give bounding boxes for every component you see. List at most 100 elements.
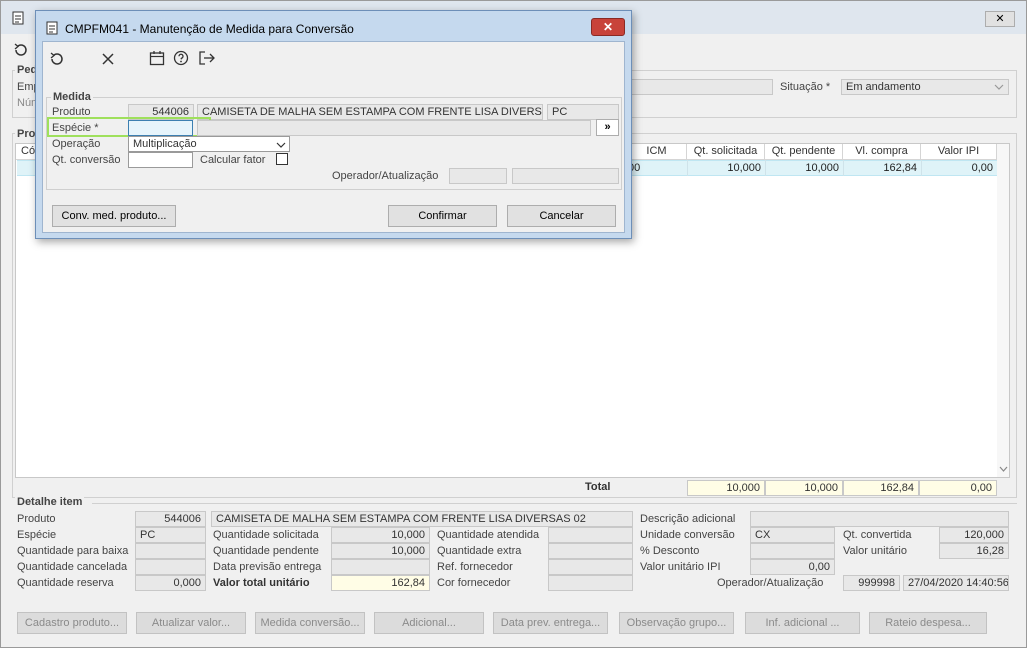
dialog-produto-desc: CAMISETA DE MALHA SEM ESTAMPA COM FRENTE…	[197, 104, 543, 120]
grid-header-vl-compra[interactable]: Vl. compra	[843, 144, 921, 160]
detalhe-data-atualizacao: 27/04/2020 14:40:56	[903, 575, 1009, 591]
detalhe-data-prev-field	[331, 559, 430, 575]
detalhe-valor-total-value: 162,84	[331, 575, 430, 591]
dialog-especie-desc	[197, 120, 591, 136]
grid-header-qt-solicitada[interactable]: Qt. solicitada	[687, 144, 765, 160]
dialog-especie-input[interactable]	[128, 120, 193, 136]
grid-header-valor-ipi[interactable]: Valor IPI	[921, 144, 997, 160]
grid-vertical-scrollbar[interactable]	[997, 144, 1009, 477]
total-label: Total	[585, 481, 611, 493]
dialog-qt-conversao-input[interactable]	[128, 152, 193, 168]
detalhe-ref-fornecedor-label: Ref. fornecedor	[437, 561, 513, 573]
detalhe-produto-code: 544006	[135, 511, 206, 527]
chevron-down-icon	[994, 83, 1004, 91]
main-close-button[interactable]: ✕	[985, 11, 1015, 27]
inf-adicional-button[interactable]: Inf. adicional ...	[745, 612, 860, 634]
detalhe-qt-convertida-value: 120,000	[939, 527, 1009, 543]
detalhe-separator	[92, 503, 1017, 504]
operacao-chevron-down-icon	[276, 141, 286, 149]
detalhe-operador-value: 999998	[843, 575, 900, 591]
total-valor-ipi: 0,00	[919, 480, 997, 496]
detalhe-especie-value: PC	[135, 527, 206, 543]
detalhe-cor-fornecedor-field	[548, 575, 633, 591]
dialog-calcular-fator-label: Calcular fator	[200, 154, 266, 166]
observacao-grupo-button[interactable]: Observação grupo...	[619, 612, 734, 634]
detalhe-qt-solicitada-value: 10,000	[331, 527, 430, 543]
conv-med-produto-button[interactable]: Conv. med. produto...	[52, 205, 176, 227]
detalhe-valor-total-label: Valor total unitário	[213, 577, 310, 589]
dialog-operacao-select[interactable]: Multiplicação	[128, 136, 290, 152]
situacao-label: Situação *	[780, 81, 831, 93]
atualizar-valor-button[interactable]: Atualizar valor...	[136, 612, 246, 634]
detalhe-unidade-conv-label: Unidade conversão	[640, 529, 735, 541]
medida-group-title: Medida	[51, 90, 93, 104]
row-qt-pendente: 10,000	[765, 160, 843, 176]
detalhe-qt-atendida-label: Quantidade atendida	[437, 529, 540, 541]
detalhe-valor-ipi-value: 0,00	[750, 559, 835, 575]
detalhe-qt-extra-label: Quantidade extra	[437, 545, 522, 557]
dialog-qt-conversao-label: Qt. conversão	[52, 154, 121, 166]
detalhe-qt-cancelada-field	[135, 559, 206, 575]
detalhe-qt-cancelada-label: Quantidade cancelada	[17, 561, 128, 573]
especie-browse-button[interactable]: »	[596, 119, 619, 136]
situacao-select[interactable]: Em andamento	[841, 79, 1009, 95]
confirmar-button[interactable]: Confirmar	[388, 205, 497, 227]
detalhe-valor-unitario-value: 16,28	[939, 543, 1009, 559]
grid-header-icm[interactable]: ICM	[626, 144, 687, 160]
detalhe-valor-ipi-label: Valor unitário IPI	[640, 561, 721, 573]
dialog-cancel-icon[interactable]	[101, 52, 115, 66]
detalhe-qt-atendida-field	[548, 527, 633, 543]
total-qt-solicitada: 10,000	[687, 480, 765, 496]
main-refresh-icon[interactable]	[12, 41, 30, 59]
row-vl-compra: 162,84	[843, 160, 921, 176]
exit-icon[interactable]	[198, 50, 216, 66]
grid-header-qt-pendente[interactable]: Qt. pendente	[765, 144, 843, 160]
calendar-icon[interactable]	[149, 50, 165, 66]
dialog-produto-unidade: PC	[547, 104, 619, 120]
dialog-body: Medida Produto 544006 CAMISETA DE MALHA …	[42, 41, 625, 233]
row-valor-ipi: 0,00	[921, 160, 997, 176]
detalhe-especie-label: Espécie	[17, 529, 57, 541]
row-qt-solicitada: 10,000	[687, 160, 765, 176]
conversion-dialog: CMPFM041 - Manutenção de Medida para Con…	[35, 10, 632, 239]
detalhe-data-prev-label: Data previsão entrega	[213, 561, 322, 573]
detalhe-unidade-conv-value: CX	[750, 527, 835, 543]
detalhe-desc-adicional-field	[750, 511, 1009, 527]
cadastro-produto-button[interactable]: Cadastro produto...	[17, 612, 127, 634]
close-icon: ✕	[602, 20, 614, 34]
total-qt-pendente: 10,000	[765, 480, 843, 496]
detalhe-produto-label: Produto	[17, 513, 56, 525]
dialog-operador-field	[449, 168, 507, 184]
detalhe-cor-fornecedor-label: Cor fornecedor	[437, 577, 511, 589]
detalhe-qt-convertida-label: Qt. convertida	[843, 529, 912, 541]
detalhe-produto-desc: CAMISETA DE MALHA SEM ESTAMPA COM FRENTE…	[211, 511, 633, 527]
rateio-despesa-button[interactable]: Rateio despesa...	[869, 612, 987, 634]
detalhe-qt-reserva-label: Quantidade reserva	[17, 577, 114, 589]
help-icon[interactable]	[173, 50, 189, 66]
calcular-fator-checkbox[interactable]	[276, 153, 288, 165]
detalhe-qt-pendente-value: 10,000	[331, 543, 430, 559]
dialog-refresh-icon[interactable]	[48, 50, 66, 68]
total-vl-compra: 162,84	[843, 480, 919, 496]
produtos-group-title: Pro	[15, 127, 38, 141]
medida-conversao-button[interactable]: Medida conversão...	[255, 612, 365, 634]
data-prev-entrega-button[interactable]: Data prev. entrega...	[493, 612, 608, 634]
dialog-operacao-label: Operação	[52, 138, 101, 150]
adicional-button[interactable]: Adicional...	[374, 612, 484, 634]
detalhe-ref-fornecedor-field	[548, 559, 633, 575]
dialog-title: CMPFM041 - Manutenção de Medida para Con…	[65, 22, 354, 36]
pedido-field	[628, 79, 773, 95]
detalhe-qt-baixa-field	[135, 543, 206, 559]
double-chevron-right-icon: »	[604, 121, 611, 133]
dialog-app-icon	[46, 21, 58, 35]
detalhe-desconto-label: % Desconto	[640, 545, 700, 557]
detalhe-qt-pendente-label: Quantidade pendente	[213, 545, 319, 557]
dialog-operacao-value: Multiplicação	[133, 138, 197, 150]
detalhe-qt-solicitada-label: Quantidade solicitada	[213, 529, 319, 541]
dialog-especie-label: Espécie *	[52, 122, 99, 134]
scroll-down-icon[interactable]	[999, 466, 1008, 473]
cancelar-button[interactable]: Cancelar	[507, 205, 616, 227]
dialog-close-button[interactable]: ✕	[591, 18, 625, 36]
detalhe-desc-adicional-label: Descrição adicional	[640, 513, 736, 525]
dialog-operador-label: Operador/Atualização	[332, 170, 439, 182]
